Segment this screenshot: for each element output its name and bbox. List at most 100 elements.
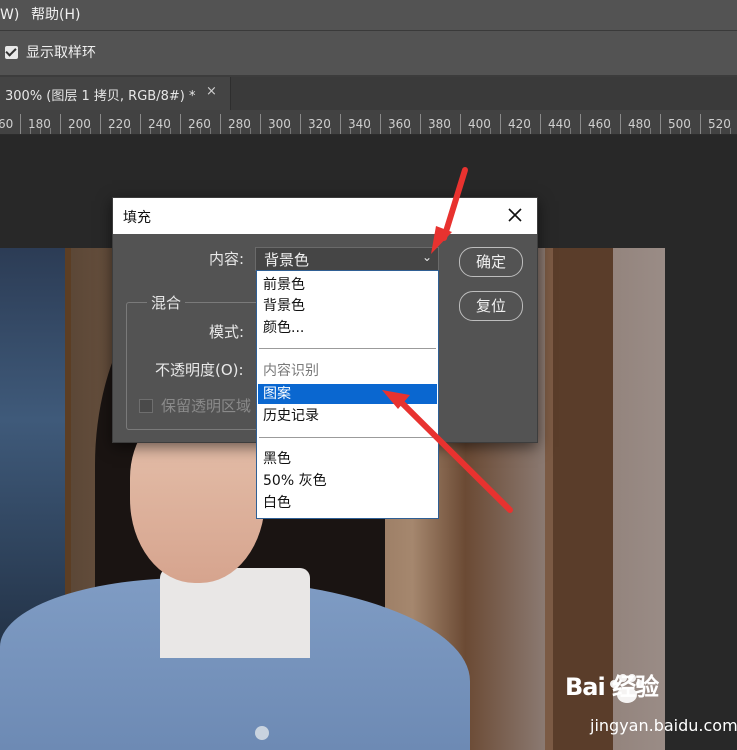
ruler-minor-tick xyxy=(310,128,311,134)
dropdown-item-label: 图案 xyxy=(263,386,291,402)
ruler-minor-tick xyxy=(360,128,361,134)
ruler-minor-tick xyxy=(40,128,41,134)
document-tab[interactable]: 300% (图层 1 拷贝, RGB/8#) * × xyxy=(0,77,231,110)
dropdown-item-label: 前景色 xyxy=(263,277,305,293)
ruler-major-tick xyxy=(620,114,621,134)
ruler-major-tick xyxy=(100,114,101,134)
ruler-major-tick xyxy=(420,114,421,134)
ruler-minor-tick xyxy=(70,128,71,134)
dropdown-item-black[interactable]: 黑色 xyxy=(258,449,437,469)
horizontal-ruler: 60 180 200 220 240 260 280 300 320 340 3… xyxy=(0,110,737,135)
dropdown-item-foreground[interactable]: 前景色 xyxy=(258,275,437,295)
dropdown-item-background[interactable]: 背景色 xyxy=(258,296,437,316)
dropdown-item-label: 背景色 xyxy=(263,298,305,314)
close-icon[interactable] xyxy=(505,205,525,225)
ruler-minor-tick xyxy=(600,128,601,134)
ruler-minor-tick xyxy=(490,128,491,134)
ruler-major-tick xyxy=(660,114,661,134)
ruler-minor-tick xyxy=(330,128,331,134)
ruler-minor-tick xyxy=(650,128,651,134)
ruler-minor-tick xyxy=(350,128,351,134)
document-tab-strip: 300% (图层 1 拷贝, RGB/8#) * × xyxy=(0,77,737,110)
dropdown-item-pattern[interactable]: 图案 xyxy=(258,384,437,404)
ruler-minor-tick xyxy=(510,128,511,134)
options-bar: 显示取样环 xyxy=(0,31,737,77)
ruler-minor-tick xyxy=(280,128,281,134)
dropdown-item-label: 历史记录 xyxy=(263,408,319,424)
ruler-minor-tick xyxy=(710,128,711,134)
preserve-transparency-checkbox[interactable] xyxy=(139,399,153,413)
mode-label: 模式: xyxy=(209,323,245,341)
dropdown-item-label: 黑色 xyxy=(263,451,291,467)
ruler-minor-tick xyxy=(170,128,171,134)
ruler-minor-tick xyxy=(270,128,271,134)
ruler-minor-tick xyxy=(430,128,431,134)
ruler-major-tick xyxy=(500,114,501,134)
ruler-minor-tick xyxy=(110,128,111,134)
ruler-major-tick xyxy=(140,114,141,134)
ruler-major-tick xyxy=(260,114,261,134)
ruler-minor-tick xyxy=(450,128,451,134)
dialog-title: 填充 xyxy=(123,210,151,226)
ruler-major-tick xyxy=(700,114,701,134)
ruler-label: 60 xyxy=(0,117,14,131)
ruler-major-tick xyxy=(180,114,181,134)
ruler-minor-tick xyxy=(400,128,401,134)
ruler-minor-tick xyxy=(520,128,521,134)
dropdown-item-label: 白色 xyxy=(263,495,291,511)
ruler-minor-tick xyxy=(630,128,631,134)
chevron-down-icon: ⌄ xyxy=(422,250,433,264)
document-tab-title: 300% (图层 1 拷贝, RGB/8#) * xyxy=(5,89,196,104)
dropdown-item-label: 50% 灰色 xyxy=(263,473,327,489)
ruler-major-tick xyxy=(60,114,61,134)
ruler-minor-tick xyxy=(730,128,731,134)
ruler-minor-tick xyxy=(590,128,591,134)
dropdown-item-history[interactable]: 历史记录 xyxy=(258,406,437,426)
ruler-minor-tick xyxy=(640,128,641,134)
blend-group-title: 混合 xyxy=(147,292,186,313)
ruler-minor-tick xyxy=(720,128,721,134)
ruler-minor-tick xyxy=(130,128,131,134)
ruler-minor-tick xyxy=(530,128,531,134)
show-sampling-ring-checkbox[interactable] xyxy=(5,46,18,59)
ruler-minor-tick xyxy=(610,128,611,134)
ruler-minor-tick xyxy=(230,128,231,134)
close-icon[interactable]: × xyxy=(206,84,217,99)
ruler-minor-tick xyxy=(240,128,241,134)
ok-button[interactable]: 确定 xyxy=(459,247,523,277)
dropdown-item-white[interactable]: 白色 xyxy=(258,493,437,513)
content-label: 内容: xyxy=(209,250,245,268)
ruler-minor-tick xyxy=(390,128,391,134)
menu-window-fragment[interactable]: W) xyxy=(0,0,19,30)
dropdown-separator xyxy=(259,437,436,438)
ruler-major-tick xyxy=(580,114,581,134)
dropdown-item-content-aware: 内容识别 xyxy=(258,361,437,381)
ruler-minor-tick xyxy=(200,128,201,134)
dialog-titlebar[interactable]: 填充 xyxy=(113,198,537,234)
ruler-minor-tick xyxy=(150,128,151,134)
ruler-minor-tick xyxy=(470,128,471,134)
ruler-major-tick xyxy=(220,114,221,134)
reset-button[interactable]: 复位 xyxy=(459,291,523,321)
ruler-minor-tick xyxy=(550,128,551,134)
dropdown-item-color[interactable]: 颜色... xyxy=(258,318,437,338)
ruler-minor-tick xyxy=(680,128,681,134)
menu-help[interactable]: 帮助(H) xyxy=(31,0,80,30)
menu-bar: W) 帮助(H) xyxy=(0,0,737,31)
photo-coat-button xyxy=(255,726,269,740)
dropdown-item-label: 颜色... xyxy=(263,320,305,336)
opacity-label: 不透明度(O): xyxy=(155,361,244,379)
ruler-minor-tick xyxy=(290,128,291,134)
content-select-value: 背景色 xyxy=(264,251,310,269)
ruler-major-tick xyxy=(340,114,341,134)
ruler-minor-tick xyxy=(80,128,81,134)
content-select[interactable]: 背景色 ⌄ xyxy=(255,247,439,271)
preserve-transparency-label: 保留透明区域 xyxy=(161,397,252,415)
ruler-minor-tick xyxy=(440,128,441,134)
ruler-major-tick xyxy=(380,114,381,134)
dropdown-item-label: 内容识别 xyxy=(263,363,319,379)
ruler-minor-tick xyxy=(570,128,571,134)
content-dropdown-list: 前景色 背景色 颜色... 内容识别 图案 历史记录 黑色 50% 灰色 白色 xyxy=(256,270,439,519)
ruler-minor-tick xyxy=(30,128,31,134)
dropdown-item-gray[interactable]: 50% 灰色 xyxy=(258,471,437,491)
